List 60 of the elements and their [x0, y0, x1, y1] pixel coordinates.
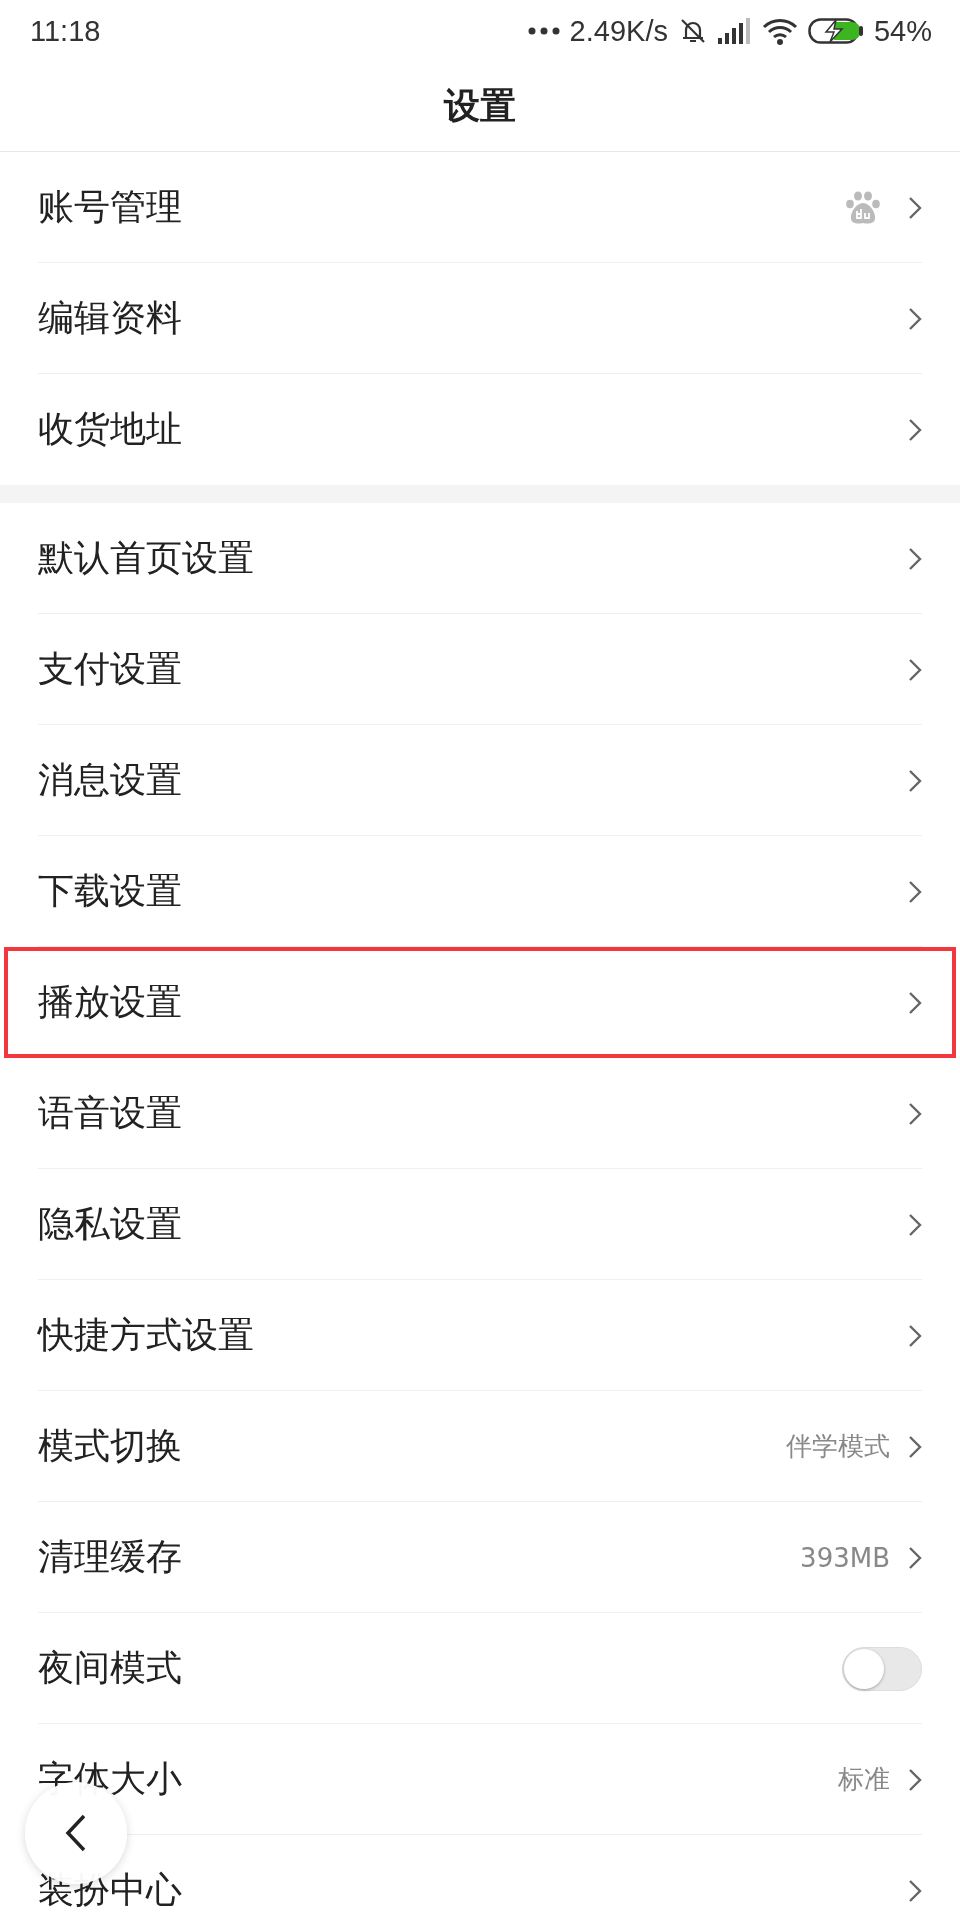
chevron-right-icon [908, 768, 922, 793]
setting-label: 清理缓存 [38, 1535, 183, 1579]
setting-label: 字体大小 [38, 1757, 183, 1801]
wifi-icon [761, 17, 798, 45]
chevron-right-icon [908, 1767, 922, 1792]
settings-row[interactable]: 快捷方式设置 [0, 1280, 960, 1391]
back-icon [65, 1814, 87, 1852]
chevron-right-icon [908, 657, 922, 682]
setting-label: 隐私设置 [38, 1202, 183, 1246]
chevron-right-icon [908, 1212, 922, 1237]
chevron-right-icon [908, 879, 922, 904]
chevron-right-icon [908, 1545, 922, 1570]
setting-label: 夜间模式 [38, 1646, 183, 1690]
settings-row[interactable]: 收货地址 [0, 374, 960, 485]
settings-row[interactable]: 默认首页设置 [0, 503, 960, 614]
setting-value: 393MB [800, 1542, 890, 1573]
settings-row[interactable]: 消息设置 [0, 725, 960, 836]
setting-label: 默认首页设置 [38, 536, 255, 580]
setting-label: 播放设置 [38, 980, 183, 1024]
settings-row[interactable]: 语音设置 [0, 1058, 960, 1169]
setting-label: 编辑资料 [38, 296, 183, 340]
setting-label: 下载设置 [38, 869, 183, 913]
battery-charging-icon [807, 18, 864, 44]
page-title: 设置 [444, 84, 516, 128]
settings-row[interactable]: 支付设置 [0, 614, 960, 725]
setting-label: 收货地址 [38, 407, 183, 451]
setting-label: 账号管理 [38, 185, 183, 229]
battery-percent: 54% [873, 14, 932, 48]
setting-value: 标准 [838, 1763, 890, 1796]
chevron-right-icon [908, 306, 922, 331]
settings-row[interactable]: 模式切换 伴学模式 [0, 1391, 960, 1502]
setting-label: 装扮中心 [38, 1868, 183, 1912]
setting-label: 模式切换 [38, 1424, 183, 1468]
chevron-right-icon [908, 1323, 922, 1348]
signal-icon [717, 18, 752, 44]
setting-label: 快捷方式设置 [38, 1313, 255, 1357]
chevron-right-icon [908, 1101, 922, 1126]
settings-row[interactable]: 夜间模式 [0, 1613, 960, 1724]
paw-icon [846, 190, 880, 225]
settings-row[interactable]: 编辑资料 [0, 263, 960, 374]
chevron-right-icon [908, 990, 922, 1015]
highlighted-settings-row[interactable]: 播放设置 [4, 947, 956, 1058]
settings-row[interactable]: 账号管理 [0, 152, 960, 263]
setting-label: 支付设置 [38, 647, 183, 691]
settings-row[interactable]: 装扮中心 [0, 1835, 960, 1920]
chevron-right-icon [908, 195, 922, 220]
settings-row[interactable]: 清理缓存 393MB [0, 1502, 960, 1613]
setting-value: 伴学模式 [786, 1430, 890, 1463]
settings-row[interactable]: 隐私设置 [0, 1169, 960, 1280]
chevron-right-icon [908, 1434, 922, 1459]
status-time: 11:18 [30, 14, 101, 48]
setting-label: 语音设置 [38, 1091, 183, 1135]
settings-row[interactable]: 下载设置 [0, 836, 960, 947]
chevron-right-icon [908, 417, 922, 442]
toggle-switch[interactable] [842, 1646, 922, 1691]
chevron-right-icon [908, 546, 922, 571]
setting-label: 消息设置 [38, 758, 183, 802]
network-speed: 2.49K/s [569, 14, 668, 48]
more-dots-icon [527, 27, 560, 35]
chevron-right-icon [908, 1878, 922, 1903]
